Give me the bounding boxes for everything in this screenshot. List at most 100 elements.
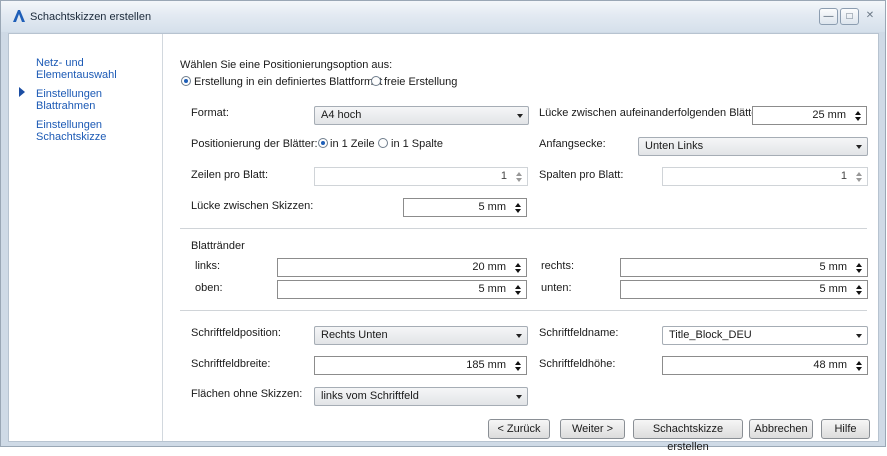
nav-item-sheet-frame[interactable]: Einstellungen Blattrahmen [36, 88, 162, 112]
gap-sketches-stepper[interactable]: 5 mm [403, 198, 527, 217]
rows-per-sheet-stepper[interactable]: 1 [314, 167, 528, 186]
stepper-up-icon[interactable] [856, 263, 862, 267]
titleblock-name-value: Title_Block_DEU [669, 329, 752, 341]
client-area: Netz- und Elementauswahl Einstellungen B… [8, 33, 879, 453]
margin-right-value: 5 mm [819, 261, 848, 273]
radio-defined-format-label: Erstellung in ein definiertes Blattforma… [194, 76, 383, 88]
help-button[interactable]: Hilfe [821, 419, 870, 439]
stepper-down-icon[interactable] [515, 291, 521, 295]
stepper-up-icon[interactable] [515, 285, 521, 289]
title-bar: Schachtskizzen erstellen — □ ✕ [1, 1, 885, 32]
gap-sheets-stepper[interactable]: 25 mm [752, 106, 867, 125]
minimize-button[interactable]: — [819, 8, 838, 25]
stepper-up-icon[interactable] [516, 172, 522, 176]
chevron-down-icon [856, 145, 862, 149]
margin-top-label: oben: [195, 282, 223, 294]
stepper-down-icon[interactable] [515, 209, 521, 213]
radio-in-one-row[interactable] [318, 138, 328, 148]
chevron-down-icon [856, 334, 862, 338]
stepper-down-icon[interactable] [516, 178, 522, 182]
chevron-down-icon [517, 114, 523, 118]
nav-item-net-selection[interactable]: Netz- und Elementauswahl [36, 57, 162, 81]
cols-per-sheet-label: Spalten pro Blatt: [539, 169, 624, 181]
format-select[interactable]: A4 hoch [314, 106, 529, 125]
radio-in-one-column[interactable] [378, 138, 388, 148]
titleblock-width-value: 185 mm [466, 359, 506, 371]
radio-in-one-row-label: in 1 Zeile [330, 138, 375, 150]
margin-bottom-value: 5 mm [819, 283, 848, 295]
areas-without-sketches-value: links vom Schriftfeld [321, 390, 419, 402]
radio-free-creation[interactable] [371, 76, 381, 86]
stepper-down-icon[interactable] [856, 367, 862, 371]
close-button[interactable]: ✕ [861, 8, 879, 25]
gap-sheets-label: Lücke zwischen aufeinanderfolgenden Blät… [539, 107, 771, 119]
margin-right-stepper[interactable]: 5 mm [620, 258, 868, 277]
dialog-window: Schachtskizzen erstellen — □ ✕ Netz- und… [0, 0, 886, 453]
stepper-down-icon[interactable] [856, 269, 862, 273]
stepper-down-icon[interactable] [855, 117, 861, 121]
format-value: A4 hoch [321, 109, 362, 121]
sheet-positioning-label: Positionierung der Blätter: [191, 138, 318, 150]
stepper-down-icon[interactable] [856, 291, 862, 295]
margin-left-stepper[interactable]: 20 mm [277, 258, 527, 277]
cols-per-sheet-value: 1 [840, 170, 847, 182]
start-corner-select[interactable]: Unten Links [638, 137, 868, 156]
maximize-icon: □ [846, 11, 853, 22]
rows-per-sheet-value: 1 [500, 170, 507, 182]
stepper-down-icon[interactable] [515, 367, 521, 371]
stepper-down-icon[interactable] [856, 178, 862, 182]
back-button[interactable]: < Zurück [488, 419, 550, 439]
cols-per-sheet-stepper[interactable]: 1 [662, 167, 868, 186]
current-step-arrow-icon [19, 87, 25, 97]
stepper-up-icon[interactable] [515, 361, 521, 365]
start-corner-label: Anfangsecke: [539, 138, 606, 150]
positioning-heading: Wählen Sie eine Positionierungsoption au… [180, 59, 393, 71]
chevron-down-icon [516, 334, 522, 338]
maximize-button[interactable]: □ [840, 8, 859, 25]
cancel-button[interactable]: Abbrechen [749, 419, 813, 439]
divider [180, 228, 867, 229]
gap-sheets-value: 25 mm [812, 109, 846, 121]
titleblock-height-value: 48 mm [813, 359, 847, 371]
radio-free-creation-label: freie Erstellung [384, 76, 458, 88]
nav-item-sketch-settings[interactable]: Einstellungen Schachtskizze [36, 119, 162, 143]
margin-top-stepper[interactable]: 5 mm [277, 280, 527, 299]
areas-without-sketches-select[interactable]: links vom Schriftfeld [314, 387, 528, 406]
format-label: Format: [191, 107, 229, 119]
radio-defined-format[interactable] [181, 76, 191, 86]
titleblock-position-value: Rechts Unten [321, 329, 388, 341]
gap-sketches-label: Lücke zwischen Skizzen: [191, 200, 314, 212]
create-sketch-button[interactable]: Schachtskizze erstellen [633, 419, 743, 453]
minimize-icon: — [823, 11, 834, 22]
titleblock-position-select[interactable]: Rechts Unten [314, 326, 528, 345]
titleblock-height-stepper[interactable]: 48 mm [662, 356, 868, 375]
stepper-up-icon[interactable] [515, 203, 521, 207]
titleblock-height-label: Schriftfeldhöhe: [539, 358, 616, 370]
chevron-down-icon [516, 395, 522, 399]
next-button[interactable]: Weiter > [560, 419, 625, 439]
margin-right-label: rechts: [541, 260, 575, 272]
window-title: Schachtskizzen erstellen [30, 11, 152, 23]
radio-in-one-column-label: in 1 Spalte [391, 138, 443, 150]
margin-left-label: links: [195, 260, 221, 272]
margins-heading: Blattränder [191, 240, 245, 252]
margin-left-value: 20 mm [472, 261, 506, 273]
wizard-nav: Netz- und Elementauswahl Einstellungen B… [9, 34, 163, 441]
close-icon: ✕ [865, 10, 875, 21]
app-logo-icon [13, 10, 25, 22]
stepper-up-icon[interactable] [856, 361, 862, 365]
gap-sketches-value: 5 mm [478, 201, 507, 213]
stepper-up-icon[interactable] [855, 111, 861, 115]
stepper-up-icon[interactable] [856, 285, 862, 289]
titleblock-width-stepper[interactable]: 185 mm [314, 356, 527, 375]
start-corner-value: Unten Links [645, 140, 704, 152]
margin-bottom-stepper[interactable]: 5 mm [620, 280, 868, 299]
titleblock-name-select[interactable]: Title_Block_DEU [662, 326, 868, 345]
stepper-up-icon[interactable] [856, 172, 862, 176]
stepper-down-icon[interactable] [515, 269, 521, 273]
areas-without-sketches-label: Flächen ohne Skizzen: [191, 388, 303, 400]
rows-per-sheet-label: Zeilen pro Blatt: [191, 169, 269, 181]
divider [180, 310, 867, 311]
stepper-up-icon[interactable] [515, 263, 521, 267]
margin-top-value: 5 mm [478, 283, 507, 295]
